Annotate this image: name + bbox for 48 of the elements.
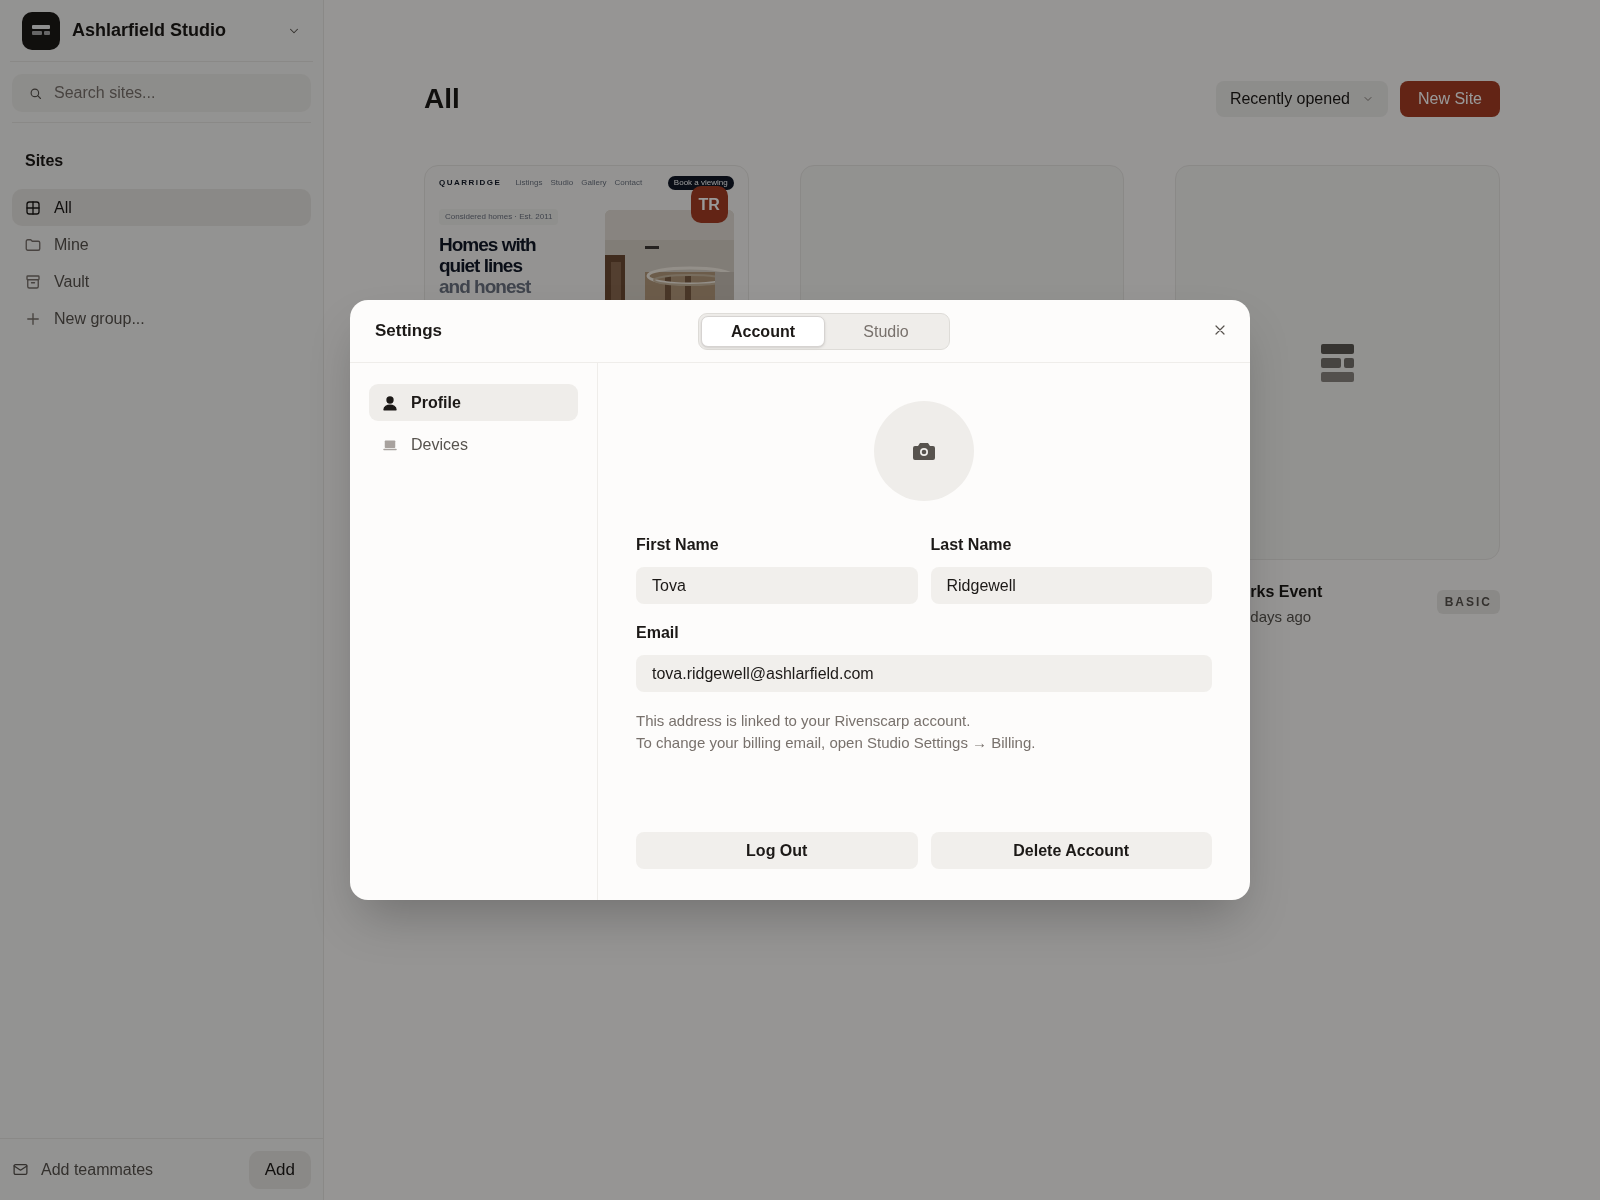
preview-tagline: Considered homes · Est. 2011 xyxy=(439,209,559,225)
field-label: Last Name xyxy=(930,535,1013,555)
workspace-name[interactable]: Ashlarfield Studio xyxy=(72,17,275,44)
input-field[interactable]: Tova xyxy=(636,567,918,604)
log-out-button[interactable]: Log Out xyxy=(636,832,918,869)
page-title: All xyxy=(424,82,460,116)
camera-icon xyxy=(913,442,935,460)
preview-nav-link: Contact xyxy=(614,177,643,189)
mail-icon xyxy=(12,1161,29,1178)
site-placeholder-icon xyxy=(1321,343,1355,382)
grid-icon xyxy=(24,198,42,217)
sidebar-item[interactable]: New group... xyxy=(12,300,311,337)
help-text: To change your billing email, open Studio Settings → Billing. xyxy=(636,733,1037,753)
section-title: Sites xyxy=(24,151,65,171)
preview-nav-link: Gallery xyxy=(581,177,607,189)
add-button[interactable]: Add xyxy=(248,1150,311,1189)
search-icon xyxy=(28,86,43,101)
preview-cta: Book a viewing xyxy=(667,176,734,190)
preview-nav-link: Listings xyxy=(515,177,543,189)
settings-nav-item[interactable]: Profile xyxy=(369,384,578,421)
input-field[interactable]: Ridgewell xyxy=(930,567,1212,604)
person-icon xyxy=(381,393,399,412)
settings-tab[interactable]: Studio xyxy=(825,316,947,347)
input-field[interactable]: tova.ridgewell@ashlarfield.com xyxy=(636,655,1212,692)
preview-headline: and honest xyxy=(439,276,532,297)
delete-account-button[interactable]: Delete Account xyxy=(930,832,1212,869)
preview-brand: QUARRIDGE xyxy=(439,177,502,189)
preview-headline: Homes with quiet lines xyxy=(439,234,537,276)
workspace-logo xyxy=(22,11,60,50)
preview-nav-link: Studio xyxy=(550,177,574,189)
help-text: This address is linked to your Rivenscarp account. xyxy=(636,711,972,731)
sidebar-item[interactable]: All xyxy=(12,189,311,226)
dialog-title: Settings xyxy=(375,320,443,343)
site-name[interactable]: rks Event xyxy=(1250,580,1323,604)
footer-label: Add teammates xyxy=(41,1159,155,1180)
field-label: First Name xyxy=(636,535,720,555)
sidebar-item[interactable]: Mine xyxy=(12,226,311,263)
owner-avatar: TR xyxy=(690,186,728,223)
archive-icon xyxy=(24,272,42,291)
sidebar-item[interactable]: Vault xyxy=(12,263,311,300)
settings-nav-item[interactable]: Devices xyxy=(369,426,578,463)
sort-dropdown[interactable]: Recently opened xyxy=(1215,81,1388,117)
settings-tab[interactable]: Account xyxy=(701,316,825,347)
plan-badge: BASIC xyxy=(1436,590,1500,614)
search-field[interactable]: Search sites... xyxy=(12,74,311,112)
site-time: days ago xyxy=(1250,607,1313,627)
field-label: Email xyxy=(636,623,680,643)
new-site-button[interactable]: New Site xyxy=(1399,81,1500,117)
